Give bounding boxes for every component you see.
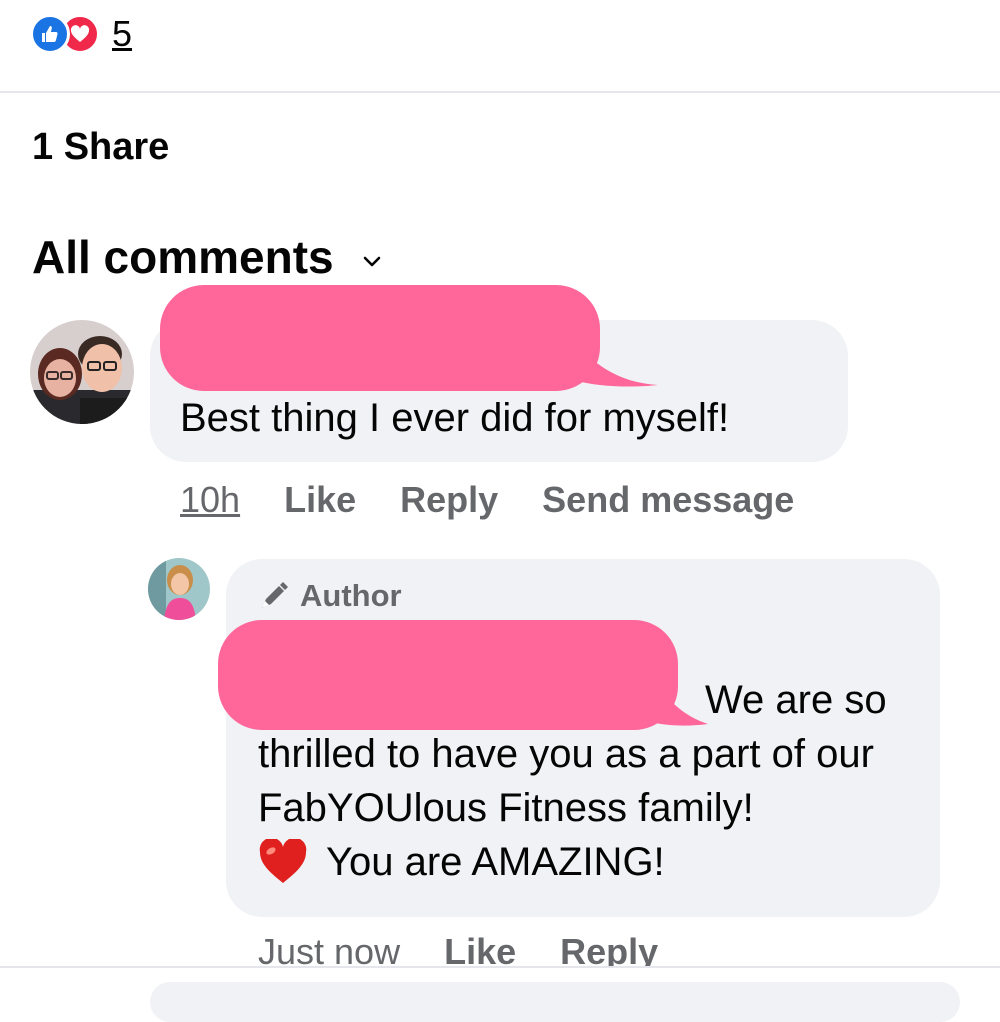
reply-text: thrilled to have you as a part of our Fa…: [258, 732, 874, 830]
author-badge-label: Author: [300, 578, 402, 613]
author-badge: Author: [258, 578, 402, 614]
red-heart-icon: [259, 839, 307, 883]
comment-actions: 10h Like Reply Send message: [180, 478, 838, 521]
comment-text: Best thing I ever did for myself!: [180, 396, 730, 440]
like-button[interactable]: Like: [284, 478, 356, 521]
pen-icon: [262, 582, 288, 608]
reply-amazing-text: You are AMAZING!: [326, 840, 665, 884]
reactions-summary[interactable]: 5: [30, 12, 132, 56]
avatar[interactable]: [30, 320, 134, 424]
chevron-down-icon: [363, 256, 380, 266]
share-count[interactable]: 1 Share: [32, 125, 169, 171]
send-message-button[interactable]: Send message: [542, 478, 794, 521]
comment-input[interactable]: [150, 982, 960, 1022]
reply-text-line: We are so: [705, 678, 887, 722]
reply-button[interactable]: Reply: [400, 478, 498, 521]
comment-timestamp[interactable]: 10h: [180, 478, 240, 521]
reply-text-emoji-line: You are AMAZING!: [258, 838, 665, 886]
like-icon: [30, 14, 70, 54]
redaction-mark: [218, 620, 708, 730]
avatar[interactable]: [148, 558, 210, 620]
divider: [0, 91, 1000, 93]
reaction-count[interactable]: 5: [112, 16, 132, 52]
comments-filter-label: All comments: [32, 231, 334, 283]
redaction-mark: [160, 285, 658, 391]
comments-filter[interactable]: All comments: [32, 230, 382, 285]
